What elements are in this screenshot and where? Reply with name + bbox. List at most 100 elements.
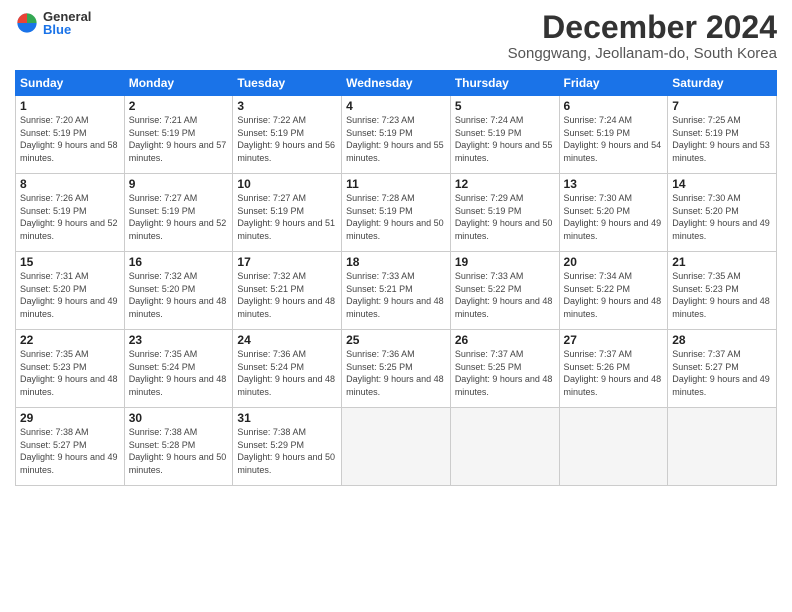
day-info: Sunrise: 7:20 AM Sunset: 5:19 PM Dayligh… xyxy=(20,114,120,164)
day-number: 3 xyxy=(237,99,337,113)
logo-text: General Blue xyxy=(43,10,91,36)
calendar-cell: 31 Sunrise: 7:38 AM Sunset: 5:29 PM Dayl… xyxy=(233,408,342,486)
day-number: 25 xyxy=(346,333,446,347)
day-info: Sunrise: 7:32 AM Sunset: 5:21 PM Dayligh… xyxy=(237,270,337,320)
day-number: 23 xyxy=(129,333,229,347)
calendar-cell: 13 Sunrise: 7:30 AM Sunset: 5:20 PM Dayl… xyxy=(559,174,668,252)
day-number: 1 xyxy=(20,99,120,113)
calendar-week-1: 8 Sunrise: 7:26 AM Sunset: 5:19 PM Dayli… xyxy=(16,174,777,252)
logo-blue: Blue xyxy=(43,23,91,36)
day-info: Sunrise: 7:21 AM Sunset: 5:19 PM Dayligh… xyxy=(129,114,229,164)
header-row: Sunday Monday Tuesday Wednesday Thursday… xyxy=(16,71,777,96)
day-number: 4 xyxy=(346,99,446,113)
logo-icon xyxy=(15,11,39,35)
day-number: 16 xyxy=(129,255,229,269)
calendar-cell: 5 Sunrise: 7:24 AM Sunset: 5:19 PM Dayli… xyxy=(450,96,559,174)
day-number: 5 xyxy=(455,99,555,113)
day-info: Sunrise: 7:27 AM Sunset: 5:19 PM Dayligh… xyxy=(237,192,337,242)
day-number: 27 xyxy=(564,333,664,347)
calendar-cell: 10 Sunrise: 7:27 AM Sunset: 5:19 PM Dayl… xyxy=(233,174,342,252)
calendar-cell: 6 Sunrise: 7:24 AM Sunset: 5:19 PM Dayli… xyxy=(559,96,668,174)
calendar-cell: 22 Sunrise: 7:35 AM Sunset: 5:23 PM Dayl… xyxy=(16,330,125,408)
calendar-cell: 17 Sunrise: 7:32 AM Sunset: 5:21 PM Dayl… xyxy=(233,252,342,330)
calendar-cell: 3 Sunrise: 7:22 AM Sunset: 5:19 PM Dayli… xyxy=(233,96,342,174)
day-number: 10 xyxy=(237,177,337,191)
calendar-cell xyxy=(559,408,668,486)
calendar-cell: 29 Sunrise: 7:38 AM Sunset: 5:27 PM Dayl… xyxy=(16,408,125,486)
day-number: 17 xyxy=(237,255,337,269)
day-info: Sunrise: 7:37 AM Sunset: 5:25 PM Dayligh… xyxy=(455,348,555,398)
calendar-week-0: 1 Sunrise: 7:20 AM Sunset: 5:19 PM Dayli… xyxy=(16,96,777,174)
day-number: 29 xyxy=(20,411,120,425)
calendar-cell: 26 Sunrise: 7:37 AM Sunset: 5:25 PM Dayl… xyxy=(450,330,559,408)
calendar-cell: 24 Sunrise: 7:36 AM Sunset: 5:24 PM Dayl… xyxy=(233,330,342,408)
day-number: 8 xyxy=(20,177,120,191)
day-info: Sunrise: 7:28 AM Sunset: 5:19 PM Dayligh… xyxy=(346,192,446,242)
location-subtitle: Songgwang, Jeollanam-do, South Korea xyxy=(508,45,777,62)
day-info: Sunrise: 7:25 AM Sunset: 5:19 PM Dayligh… xyxy=(672,114,772,164)
day-info: Sunrise: 7:38 AM Sunset: 5:28 PM Dayligh… xyxy=(129,426,229,476)
day-number: 20 xyxy=(564,255,664,269)
day-number: 18 xyxy=(346,255,446,269)
month-title: December 2024 xyxy=(508,10,777,45)
day-info: Sunrise: 7:34 AM Sunset: 5:22 PM Dayligh… xyxy=(564,270,664,320)
col-friday: Friday xyxy=(559,71,668,96)
calendar-cell: 23 Sunrise: 7:35 AM Sunset: 5:24 PM Dayl… xyxy=(124,330,233,408)
calendar-cell: 27 Sunrise: 7:37 AM Sunset: 5:26 PM Dayl… xyxy=(559,330,668,408)
logo: General Blue xyxy=(15,10,91,36)
calendar-cell: 11 Sunrise: 7:28 AM Sunset: 5:19 PM Dayl… xyxy=(342,174,451,252)
calendar-cell: 14 Sunrise: 7:30 AM Sunset: 5:20 PM Dayl… xyxy=(668,174,777,252)
day-number: 13 xyxy=(564,177,664,191)
day-info: Sunrise: 7:35 AM Sunset: 5:23 PM Dayligh… xyxy=(20,348,120,398)
day-info: Sunrise: 7:26 AM Sunset: 5:19 PM Dayligh… xyxy=(20,192,120,242)
day-number: 19 xyxy=(455,255,555,269)
calendar-week-3: 22 Sunrise: 7:35 AM Sunset: 5:23 PM Dayl… xyxy=(16,330,777,408)
day-number: 24 xyxy=(237,333,337,347)
calendar-cell: 12 Sunrise: 7:29 AM Sunset: 5:19 PM Dayl… xyxy=(450,174,559,252)
calendar-page: General Blue December 2024 Songgwang, Je… xyxy=(0,0,792,612)
col-sunday: Sunday xyxy=(16,71,125,96)
calendar-week-4: 29 Sunrise: 7:38 AM Sunset: 5:27 PM Dayl… xyxy=(16,408,777,486)
calendar-cell: 19 Sunrise: 7:33 AM Sunset: 5:22 PM Dayl… xyxy=(450,252,559,330)
day-info: Sunrise: 7:22 AM Sunset: 5:19 PM Dayligh… xyxy=(237,114,337,164)
day-info: Sunrise: 7:24 AM Sunset: 5:19 PM Dayligh… xyxy=(455,114,555,164)
day-number: 31 xyxy=(237,411,337,425)
col-monday: Monday xyxy=(124,71,233,96)
calendar-cell: 18 Sunrise: 7:33 AM Sunset: 5:21 PM Dayl… xyxy=(342,252,451,330)
day-number: 2 xyxy=(129,99,229,113)
calendar-cell: 8 Sunrise: 7:26 AM Sunset: 5:19 PM Dayli… xyxy=(16,174,125,252)
calendar-table: Sunday Monday Tuesday Wednesday Thursday… xyxy=(15,70,777,486)
day-info: Sunrise: 7:30 AM Sunset: 5:20 PM Dayligh… xyxy=(672,192,772,242)
day-info: Sunrise: 7:24 AM Sunset: 5:19 PM Dayligh… xyxy=(564,114,664,164)
calendar-cell: 9 Sunrise: 7:27 AM Sunset: 5:19 PM Dayli… xyxy=(124,174,233,252)
col-thursday: Thursday xyxy=(450,71,559,96)
col-saturday: Saturday xyxy=(668,71,777,96)
day-number: 28 xyxy=(672,333,772,347)
calendar-week-2: 15 Sunrise: 7:31 AM Sunset: 5:20 PM Dayl… xyxy=(16,252,777,330)
day-info: Sunrise: 7:31 AM Sunset: 5:20 PM Dayligh… xyxy=(20,270,120,320)
title-section: December 2024 Songgwang, Jeollanam-do, S… xyxy=(508,10,777,62)
day-info: Sunrise: 7:30 AM Sunset: 5:20 PM Dayligh… xyxy=(564,192,664,242)
calendar-cell: 2 Sunrise: 7:21 AM Sunset: 5:19 PM Dayli… xyxy=(124,96,233,174)
calendar-cell: 15 Sunrise: 7:31 AM Sunset: 5:20 PM Dayl… xyxy=(16,252,125,330)
day-info: Sunrise: 7:37 AM Sunset: 5:26 PM Dayligh… xyxy=(564,348,664,398)
day-number: 26 xyxy=(455,333,555,347)
day-info: Sunrise: 7:29 AM Sunset: 5:19 PM Dayligh… xyxy=(455,192,555,242)
calendar-cell: 30 Sunrise: 7:38 AM Sunset: 5:28 PM Dayl… xyxy=(124,408,233,486)
day-number: 11 xyxy=(346,177,446,191)
day-number: 14 xyxy=(672,177,772,191)
day-number: 22 xyxy=(20,333,120,347)
day-number: 6 xyxy=(564,99,664,113)
calendar-cell: 25 Sunrise: 7:36 AM Sunset: 5:25 PM Dayl… xyxy=(342,330,451,408)
calendar-cell: 16 Sunrise: 7:32 AM Sunset: 5:20 PM Dayl… xyxy=(124,252,233,330)
calendar-cell: 7 Sunrise: 7:25 AM Sunset: 5:19 PM Dayli… xyxy=(668,96,777,174)
header: General Blue December 2024 Songgwang, Je… xyxy=(15,10,777,62)
day-info: Sunrise: 7:33 AM Sunset: 5:21 PM Dayligh… xyxy=(346,270,446,320)
day-info: Sunrise: 7:37 AM Sunset: 5:27 PM Dayligh… xyxy=(672,348,772,398)
calendar-cell xyxy=(342,408,451,486)
day-info: Sunrise: 7:27 AM Sunset: 5:19 PM Dayligh… xyxy=(129,192,229,242)
day-info: Sunrise: 7:36 AM Sunset: 5:25 PM Dayligh… xyxy=(346,348,446,398)
day-info: Sunrise: 7:38 AM Sunset: 5:27 PM Dayligh… xyxy=(20,426,120,476)
calendar-cell xyxy=(668,408,777,486)
calendar-cell: 1 Sunrise: 7:20 AM Sunset: 5:19 PM Dayli… xyxy=(16,96,125,174)
